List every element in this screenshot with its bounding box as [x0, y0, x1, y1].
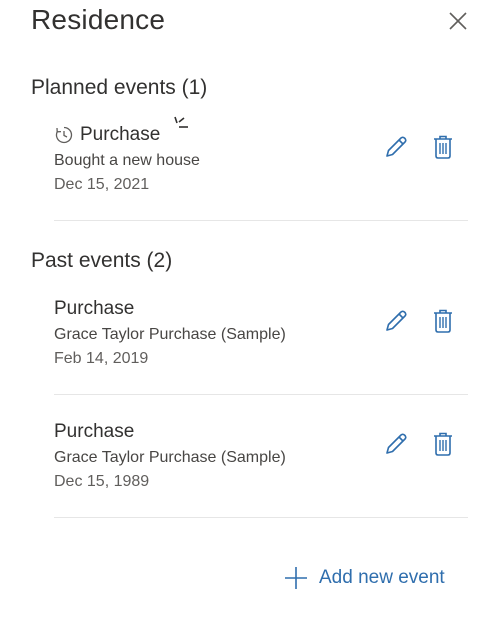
close-button[interactable] — [445, 8, 471, 34]
pencil-icon — [386, 136, 407, 157]
event-title-row: Purchase — [54, 296, 134, 322]
add-new-event-label: Add new event — [319, 567, 445, 588]
past-events-heading: Past events (2) — [31, 249, 173, 272]
edit-button[interactable] — [381, 132, 411, 162]
event-title: Purchase — [54, 421, 135, 442]
panel-title: Residence — [31, 4, 166, 35]
planned-event-item: Purchase Bought a new house Dec 15, 2021 — [54, 116, 468, 221]
clock-icon — [55, 126, 73, 144]
edit-button[interactable] — [381, 306, 411, 336]
loading-spinner-icon — [174, 116, 188, 128]
past-event-item: Purchase Grace Taylor Purchase (Sample) … — [54, 419, 468, 518]
event-date: Dec 15, 1989 — [54, 473, 150, 490]
trash-icon — [434, 309, 452, 333]
close-icon — [449, 12, 467, 30]
event-description: Grace Taylor Purchase (Sample) — [54, 449, 286, 466]
event-description: Bought a new house — [54, 152, 200, 169]
trash-icon — [434, 135, 452, 159]
event-title-row: Purchase — [54, 419, 134, 445]
trash-icon — [434, 432, 452, 456]
delete-button[interactable] — [428, 306, 458, 336]
past-event-item: Purchase Grace Taylor Purchase (Sample) … — [54, 296, 468, 395]
edit-button[interactable] — [381, 429, 411, 459]
event-title: Purchase — [80, 124, 161, 145]
planned-events-heading: Planned events (1) — [31, 76, 208, 99]
event-date: Feb 14, 2019 — [54, 350, 149, 367]
plus-icon — [285, 567, 307, 589]
delete-button[interactable] — [428, 132, 458, 162]
event-date: Dec 15, 2021 — [54, 176, 150, 193]
event-title: Purchase — [54, 298, 135, 319]
pencil-icon — [386, 310, 407, 331]
pencil-icon — [386, 433, 407, 454]
delete-button[interactable] — [428, 429, 458, 459]
event-title-row: Purchase — [54, 122, 160, 148]
add-new-event-button[interactable]: Add new event — [283, 562, 445, 594]
event-description: Grace Taylor Purchase (Sample) — [54, 326, 286, 343]
